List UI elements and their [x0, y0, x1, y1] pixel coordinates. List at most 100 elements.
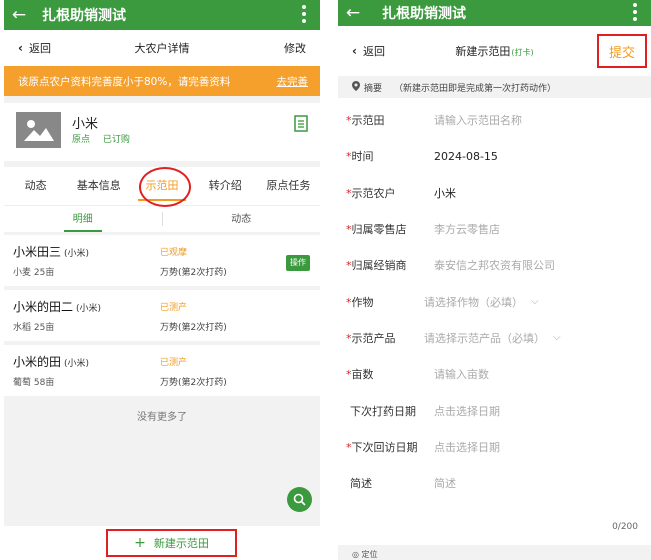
brief-textarea[interactable]: 简述: [434, 475, 456, 491]
more-menu-icon[interactable]: [302, 5, 306, 23]
summary-hint: （新建示范田即是完成第一次打药动作）: [394, 83, 557, 94]
field-status: 已测产: [160, 303, 188, 313]
checkin-tag: (打卡): [511, 48, 534, 57]
crop-select[interactable]: 请选择作物（必填） ⌵: [424, 294, 539, 310]
tab-activity[interactable]: 动态: [4, 167, 67, 205]
field-label: *归属零售店: [346, 223, 407, 237]
field-label: 简述: [350, 477, 372, 491]
submit-button[interactable]: 提交: [597, 34, 647, 68]
app-bar: ← 扎根助销测试: [338, 0, 651, 26]
tag-origin: 原点: [72, 135, 91, 145]
list-item[interactable]: 小米的田 (小米) 葡萄 58亩 已测产 万势(第2次打药): [4, 345, 320, 396]
time-input[interactable]: 2024-08-15: [434, 150, 498, 163]
subtab-detail[interactable]: 明细: [4, 206, 162, 233]
char-counter: 0/200: [612, 522, 638, 532]
farmer-tags: 原点 已订购: [72, 132, 140, 145]
field-row-brief: 简述 简述: [338, 465, 651, 501]
back-label: 返回: [28, 42, 51, 55]
product-select[interactable]: 请选择示范产品（必填） ⌵: [424, 330, 561, 346]
demo-field-name-input[interactable]: 请输入示范田名称: [434, 112, 522, 128]
operate-button[interactable]: 操作: [286, 255, 310, 271]
field-row-product: *示范产品 请选择示范产品（必填） ⌵: [338, 320, 651, 356]
list-item[interactable]: 小米田三 (小米) 小麦 25亩 已观摩 万势(第2次打药) 操作: [4, 235, 320, 286]
no-more-text: 没有更多了: [137, 412, 187, 423]
field-label: 下次打药日期: [350, 404, 416, 418]
field-label: *示范产品: [346, 331, 396, 345]
location-label: 定位: [361, 550, 378, 559]
field-row-farmer: *示范农户 小米: [338, 175, 651, 211]
field-row-acreage: *亩数 请输入亩数: [338, 356, 651, 392]
tab-basic-info[interactable]: 基本信息: [67, 167, 130, 205]
chevron-down-icon: ⌵: [531, 296, 539, 308]
more-menu-icon[interactable]: [633, 3, 637, 21]
summary-label: 摘要: [364, 83, 383, 94]
back-arrow-icon[interactable]: ←: [338, 0, 368, 28]
field-status: 已观摩: [160, 248, 188, 258]
next-spray-date-picker[interactable]: 点击选择日期: [434, 403, 500, 419]
app-bar: ← 扎根助销测试: [4, 0, 320, 30]
field-label: *示范田: [346, 114, 385, 128]
new-demo-field-label: 新建示范田: [153, 537, 209, 550]
field-drug: 万势(第2次打药): [160, 268, 227, 278]
field-row-crop: *作物 请选择作物（必填） ⌵: [338, 283, 651, 319]
tab-demo-field[interactable]: 示范田: [130, 167, 193, 205]
incomplete-profile-banner: 该原点农户资料完善度小于80%，请完善资料 去完善: [4, 66, 320, 96]
bottom-bar: + 新建示范田: [4, 526, 320, 560]
field-row-demo-field: *示范田 请输入示范田名称: [338, 102, 651, 138]
app-title: 扎根助销测试: [42, 8, 126, 24]
location-pin-icon: [352, 80, 360, 94]
image-placeholder-icon: [16, 112, 61, 148]
field-label: *时间: [346, 150, 374, 164]
edit-button[interactable]: 修改: [284, 40, 306, 56]
back-label: 返回: [362, 45, 385, 58]
search-icon[interactable]: [287, 487, 312, 512]
next-visit-date-picker[interactable]: 点击选择日期: [434, 439, 500, 455]
field-status: 已测产: [160, 358, 188, 368]
field-label: *归属经销商: [346, 259, 407, 273]
demo-field-list: 小米田三 (小米) 小麦 25亩 已观摩 万势(第2次打药) 操作 小米的田二 (小…: [4, 235, 320, 396]
field-row-retail-store: *归属零售店 李方云零售店: [338, 211, 651, 247]
field-label: *示范农户: [346, 186, 396, 200]
retail-store-input[interactable]: 李方云零售店: [434, 221, 500, 237]
field-row-dealer: *归属经销商 泰安信之邦农资有限公司: [338, 247, 651, 283]
complete-profile-link[interactable]: 去完善: [277, 74, 309, 89]
chevron-left-icon: ‹: [18, 41, 23, 55]
field-name: 小米的田二 (小米): [13, 300, 102, 314]
field-drug: 万势(第2次打药): [160, 378, 227, 388]
field-drug: 万势(第2次打药): [160, 323, 227, 333]
document-icon[interactable]: [294, 115, 308, 136]
back-button[interactable]: ‹ 返回: [352, 43, 385, 59]
subtab-activity[interactable]: 动态: [163, 206, 321, 233]
farmer-name: 小米: [72, 117, 99, 132]
page-title: 大农户详情: [134, 42, 190, 55]
tab-referral[interactable]: 转介绍: [194, 167, 257, 205]
field-label: *下次回访日期: [346, 440, 418, 454]
banner-text: 该原点农户资料完善度小于80%，请完善资料: [18, 75, 231, 88]
field-crop: 水稻 25亩: [13, 323, 55, 333]
demo-farmer-input[interactable]: 小米: [434, 185, 456, 201]
farmer-profile-card: 小米 原点 已订购: [4, 103, 320, 161]
tab-origin-task[interactable]: 原点任务: [257, 167, 320, 205]
back-button[interactable]: ‹ 返回: [18, 40, 51, 56]
right-screen: ← 扎根助销测试 ‹ 返回 新建示范田(打卡) 提交 摘要 （新建示范田即是完成…: [338, 0, 651, 560]
detail-tabs: 动态 基本信息 示范田 转介绍 原点任务: [4, 167, 320, 207]
dealer-input[interactable]: 泰安信之邦农资有限公司: [434, 257, 555, 273]
field-row-next-spray-date: 下次打药日期 点击选择日期: [338, 392, 651, 428]
field-name: 小米的田 (小米): [13, 355, 90, 369]
location-strip: ◎ 定位: [338, 545, 651, 560]
nav-bar: ‹ 返回 新建示范田(打卡) 提交: [338, 26, 651, 76]
left-screen: ← 扎根助销测试 ‹ 返回 大农户详情 修改 该原点农户资料完善度小于80%，请…: [4, 0, 320, 560]
list-item[interactable]: 小米的田二 (小米) 水稻 25亩 已测产 万势(第2次打药): [4, 290, 320, 341]
field-label: *亩数: [346, 368, 374, 382]
field-label: *作物: [346, 295, 374, 309]
tag-ordered: 已订购: [102, 135, 130, 145]
acreage-input[interactable]: 请输入亩数: [434, 366, 489, 382]
chevron-left-icon: ‹: [352, 44, 357, 58]
page-title: 新建示范田: [455, 45, 511, 58]
back-arrow-icon[interactable]: ←: [4, 0, 34, 30]
sub-tabs: 明细 动态: [4, 205, 320, 232]
new-demo-field-form: *示范田 请输入示范田名称 *时间 2024-08-15 *示范农户 小米 *归…: [338, 102, 651, 501]
nav-bar: ‹ 返回 大农户详情 修改: [4, 30, 320, 66]
field-crop: 小麦 25亩: [13, 268, 55, 278]
new-demo-field-button[interactable]: + 新建示范田: [106, 529, 237, 557]
